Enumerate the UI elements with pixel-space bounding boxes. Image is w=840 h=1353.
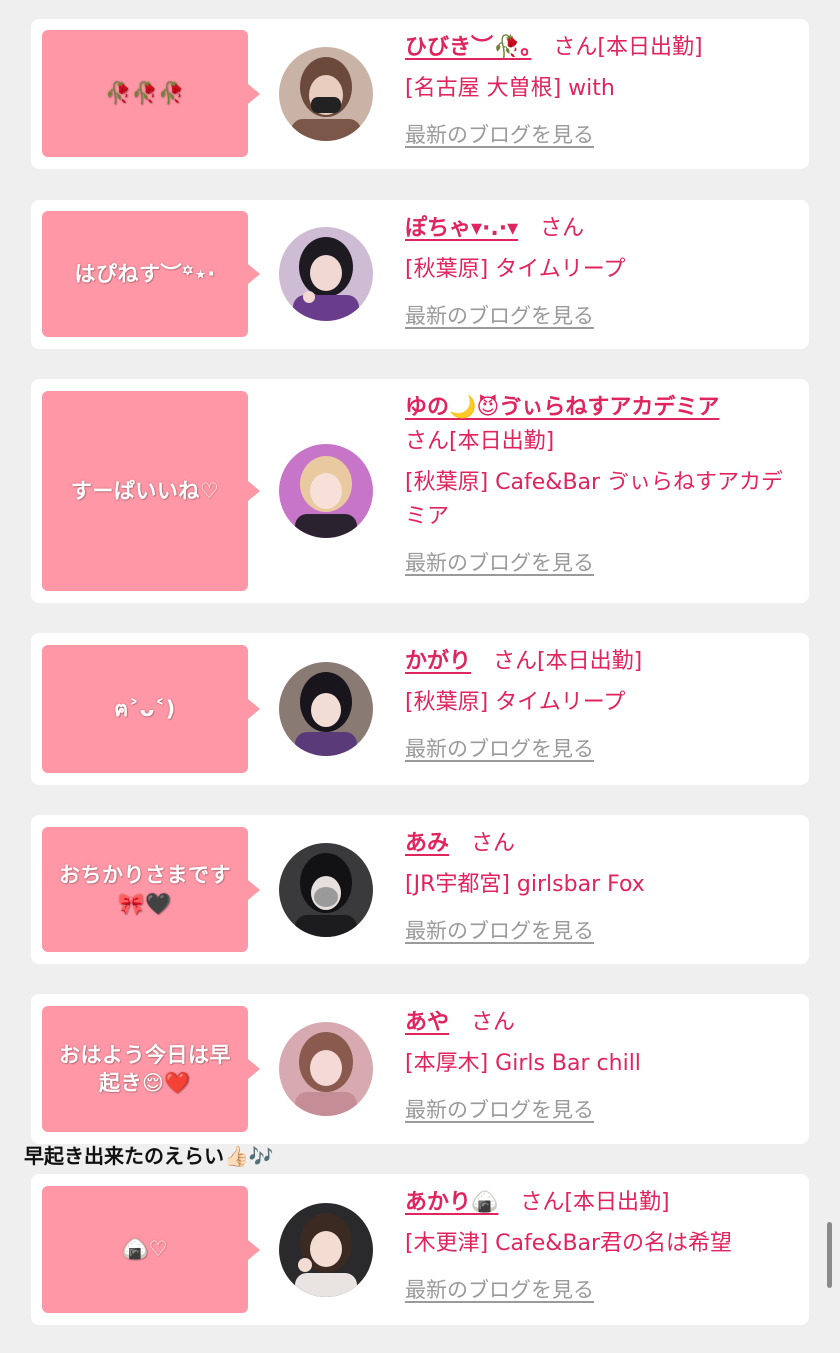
comment-text: 🍙♡ [122, 1237, 168, 1262]
comment-bubble: 🥀🥀🥀 [42, 30, 260, 157]
latest-blog-link[interactable]: 最新のブログを見る [405, 1273, 594, 1307]
name-line: あかり🍙 さん[本日出勤] [405, 1186, 795, 1220]
cast-name-link[interactable]: ひびき︶🥀｡ [405, 35, 531, 60]
post-card: はぴねす︶꙳⋆‧ ぽちゃ▾·.·▾ さん [秋葉原] タイムリープ 最新のブログを… [31, 200, 809, 349]
comment-text: すーぱいいね♡ [70, 478, 220, 503]
latest-blog-link[interactable]: 最新のブログを見る [405, 118, 594, 152]
post-info: かがり さん[本日出勤] [秋葉原] タイムリープ 最新のブログを見る [405, 645, 795, 767]
avatar[interactable] [279, 843, 373, 937]
latest-blog-link[interactable]: 最新のブログを見る [405, 546, 594, 580]
avatar-image [279, 662, 373, 756]
post-info: ぽちゃ▾·.·▾ さん [秋葉原] タイムリープ 最新のブログを見る [405, 212, 795, 334]
avatar-image [279, 843, 373, 937]
cast-name-link[interactable]: あや [405, 1010, 449, 1035]
cast-name-link[interactable]: あみ [405, 831, 449, 856]
shop-label: [秋葉原] タイムリープ [405, 690, 626, 715]
comment-bubble: ฅ˃ᴗ˂) [42, 645, 260, 773]
shop-label: [木更津] Cafe&Bar君の名は希望 [405, 1231, 733, 1256]
overlay-caption: 早起き出来たのえらい👍🏻🎶 [24, 1144, 274, 1168]
name-line: ぽちゃ▾·.·▾ さん [405, 212, 795, 246]
comment-text: 🥀🥀🥀 [105, 81, 185, 106]
shop-label: [本厚木] Girls Bar chill [405, 1051, 641, 1076]
name-suffix: さん [471, 831, 516, 856]
avatar[interactable] [279, 1203, 373, 1297]
comment-bubble: おはよう今日は早起き😌❤️ [42, 1006, 260, 1132]
shop-label: [名古屋 大曽根] with [405, 76, 615, 101]
blog-feed: 🥀🥀🥀 ひびき︶🥀｡ さん[本日出勤] [名古屋 大曽根] with 最新のブログ… [0, 0, 840, 1353]
avatar[interactable] [279, 227, 373, 321]
comment-text: おちかりさまです🎀🖤 [59, 863, 231, 916]
comment-bubble: おちかりさまです🎀🖤 [42, 827, 260, 952]
name-line: あみ さん [405, 827, 795, 861]
cast-name-link[interactable]: あかり🍙 [405, 1190, 498, 1215]
avatar-image [279, 1203, 373, 1297]
name-suffix: さん[本日出勤] [520, 1190, 670, 1215]
comment-bubble: はぴねす︶꙳⋆‧ [42, 211, 260, 337]
comment-text: ฅ˃ᴗ˂) [114, 696, 176, 721]
post-info: あや さん [本厚木] Girls Bar chill 最新のブログを見る [405, 1006, 795, 1128]
name-suffix: さん [471, 1010, 516, 1035]
post-info: ひびき︶🥀｡ さん[本日出勤] [名古屋 大曽根] with 最新のブログを見る [405, 31, 795, 153]
name-line: ひびき︶🥀｡ さん[本日出勤] [405, 31, 795, 65]
name-line: ゆの🌙😈ゔぃらねすアカデミア さん[本日出勤] [405, 391, 795, 459]
latest-blog-link[interactable]: 最新のブログを見る [405, 732, 594, 766]
post-info: あみ さん [JR宇都宮] girlsbar Fox 最新のブログを見る [405, 827, 795, 949]
shop-label: [秋葉原] Cafe&Bar ゔぃらねすアカデミア [405, 470, 784, 529]
comment-text: おはよう今日は早起き😌❤️ [59, 1042, 231, 1095]
name-line: あや さん [405, 1006, 795, 1040]
shop-label: [秋葉原] タイムリープ [405, 257, 626, 282]
cast-name-link[interactable]: ぽちゃ▾·.·▾ [405, 216, 518, 241]
shop-label: [JR宇都宮] girlsbar Fox [405, 872, 645, 897]
name-suffix: さん[本日出勤] [405, 429, 555, 454]
comment-bubble: 🍙♡ [42, 1186, 260, 1313]
post-card: おはよう今日は早起き😌❤️ あや さん [本厚木] Girls Bar chill… [31, 994, 809, 1144]
avatar-image [279, 444, 373, 538]
cast-name-link[interactable]: かがり [405, 649, 471, 674]
avatar[interactable] [279, 444, 373, 538]
name-suffix: さん[本日出勤] [553, 35, 703, 60]
name-suffix: さん[本日出勤] [493, 649, 643, 674]
post-info: ゆの🌙😈ゔぃらねすアカデミア さん[本日出勤] [秋葉原] Cafe&Bar ゔぃ… [405, 391, 795, 581]
post-card: 🍙♡ あかり🍙 さん[本日出勤] [木更津] Cafe&Bar君の名は希望 最新の… [31, 1174, 809, 1325]
post-info: あかり🍙 さん[本日出勤] [木更津] Cafe&Bar君の名は希望 最新のブログ… [405, 1186, 795, 1308]
cast-name-link[interactable]: ゆの🌙😈ゔぃらねすアカデミア [405, 395, 719, 420]
name-suffix: さん [540, 216, 585, 241]
scrollbar[interactable] [827, 1222, 832, 1288]
avatar[interactable] [279, 1022, 373, 1116]
post-card: すーぱいいね♡ ゆの🌙😈ゔぃらねすアカデミア さん[本日出勤] [秋葉原] Caf… [31, 379, 809, 603]
post-card: ฅ˃ᴗ˂) かがり さん[本日出勤] [秋葉原] タイムリープ 最新のブログを見る [31, 633, 809, 785]
avatar-image [279, 227, 373, 321]
avatar-image [279, 47, 373, 141]
latest-blog-link[interactable]: 最新のブログを見る [405, 299, 594, 333]
latest-blog-link[interactable]: 最新のブログを見る [405, 914, 594, 948]
avatar[interactable] [279, 662, 373, 756]
avatar-image [279, 1022, 373, 1116]
post-card: おちかりさまです🎀🖤 あみ さん [JR宇都宮] girlsbar Fox 最新の… [31, 815, 809, 964]
comment-bubble: すーぱいいね♡ [42, 391, 260, 591]
comment-text: はぴねす︶꙳⋆‧ [74, 261, 216, 286]
name-line: かがり さん[本日出勤] [405, 645, 795, 679]
post-card: 🥀🥀🥀 ひびき︶🥀｡ さん[本日出勤] [名古屋 大曽根] with 最新のブログ… [31, 19, 809, 169]
avatar[interactable] [279, 47, 373, 141]
latest-blog-link[interactable]: 最新のブログを見る [405, 1093, 594, 1127]
